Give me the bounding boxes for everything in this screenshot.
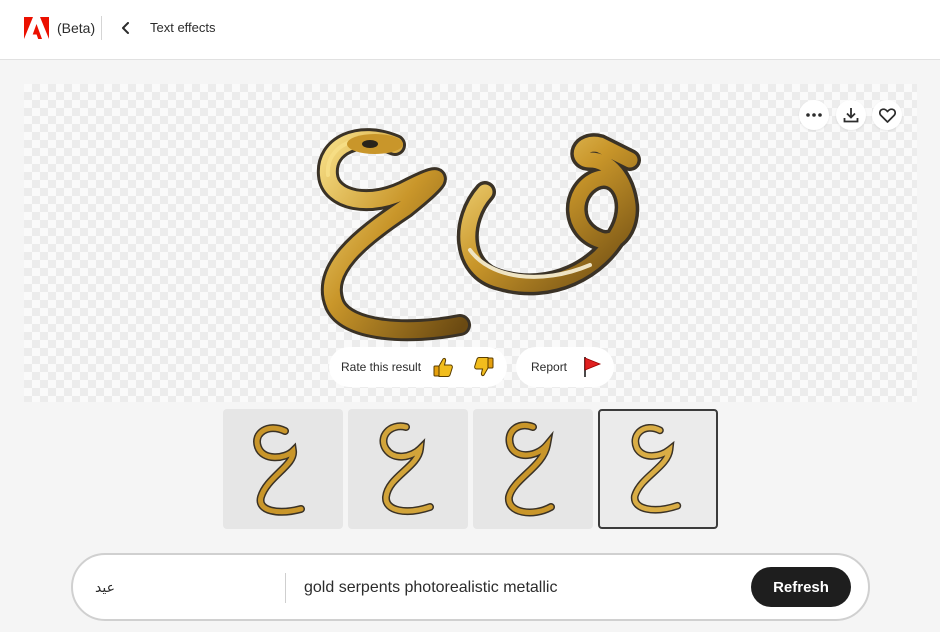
more-icon — [806, 113, 822, 117]
effect-prompt-input[interactable] — [304, 574, 734, 602]
prompt-divider — [285, 573, 286, 603]
variation-image — [253, 424, 305, 516]
thumbs-up-icon[interactable] — [432, 356, 454, 378]
download-button[interactable] — [836, 100, 866, 130]
variation-image — [379, 422, 434, 516]
report-label: Report — [531, 360, 568, 374]
beta-label: (Beta) — [57, 20, 96, 36]
top-bar: (Beta) Text effects — [0, 0, 940, 60]
heart-icon — [878, 107, 896, 123]
variation-thumbnail-3[interactable] — [473, 409, 593, 529]
download-icon — [843, 108, 859, 123]
variation-thumbnail-1[interactable] — [223, 409, 343, 529]
variation-image — [630, 424, 682, 514]
rate-result-label: Rate this result — [341, 360, 422, 374]
adobe-logo-icon[interactable] — [24, 17, 49, 39]
text-input[interactable] — [95, 575, 275, 601]
rate-result-pill: Rate this result — [329, 347, 507, 387]
report-pill[interactable]: Report — [516, 347, 614, 387]
thumbs-down-icon[interactable] — [473, 356, 495, 378]
page-title: Text effects — [150, 20, 216, 35]
refresh-button[interactable]: Refresh — [751, 567, 851, 607]
prompt-bar: Refresh — [71, 553, 870, 621]
more-options-button[interactable] — [799, 100, 829, 130]
flag-icon[interactable] — [582, 356, 602, 378]
text-effect-result-image — [316, 128, 641, 342]
back-button[interactable] — [116, 18, 136, 38]
variation-thumbnail-2[interactable] — [348, 409, 468, 529]
variation-thumbnail-4[interactable] — [598, 409, 718, 529]
favorite-button[interactable] — [872, 100, 902, 130]
variation-image — [505, 421, 555, 517]
header-divider — [101, 16, 102, 40]
chevron-left-icon — [122, 22, 129, 34]
